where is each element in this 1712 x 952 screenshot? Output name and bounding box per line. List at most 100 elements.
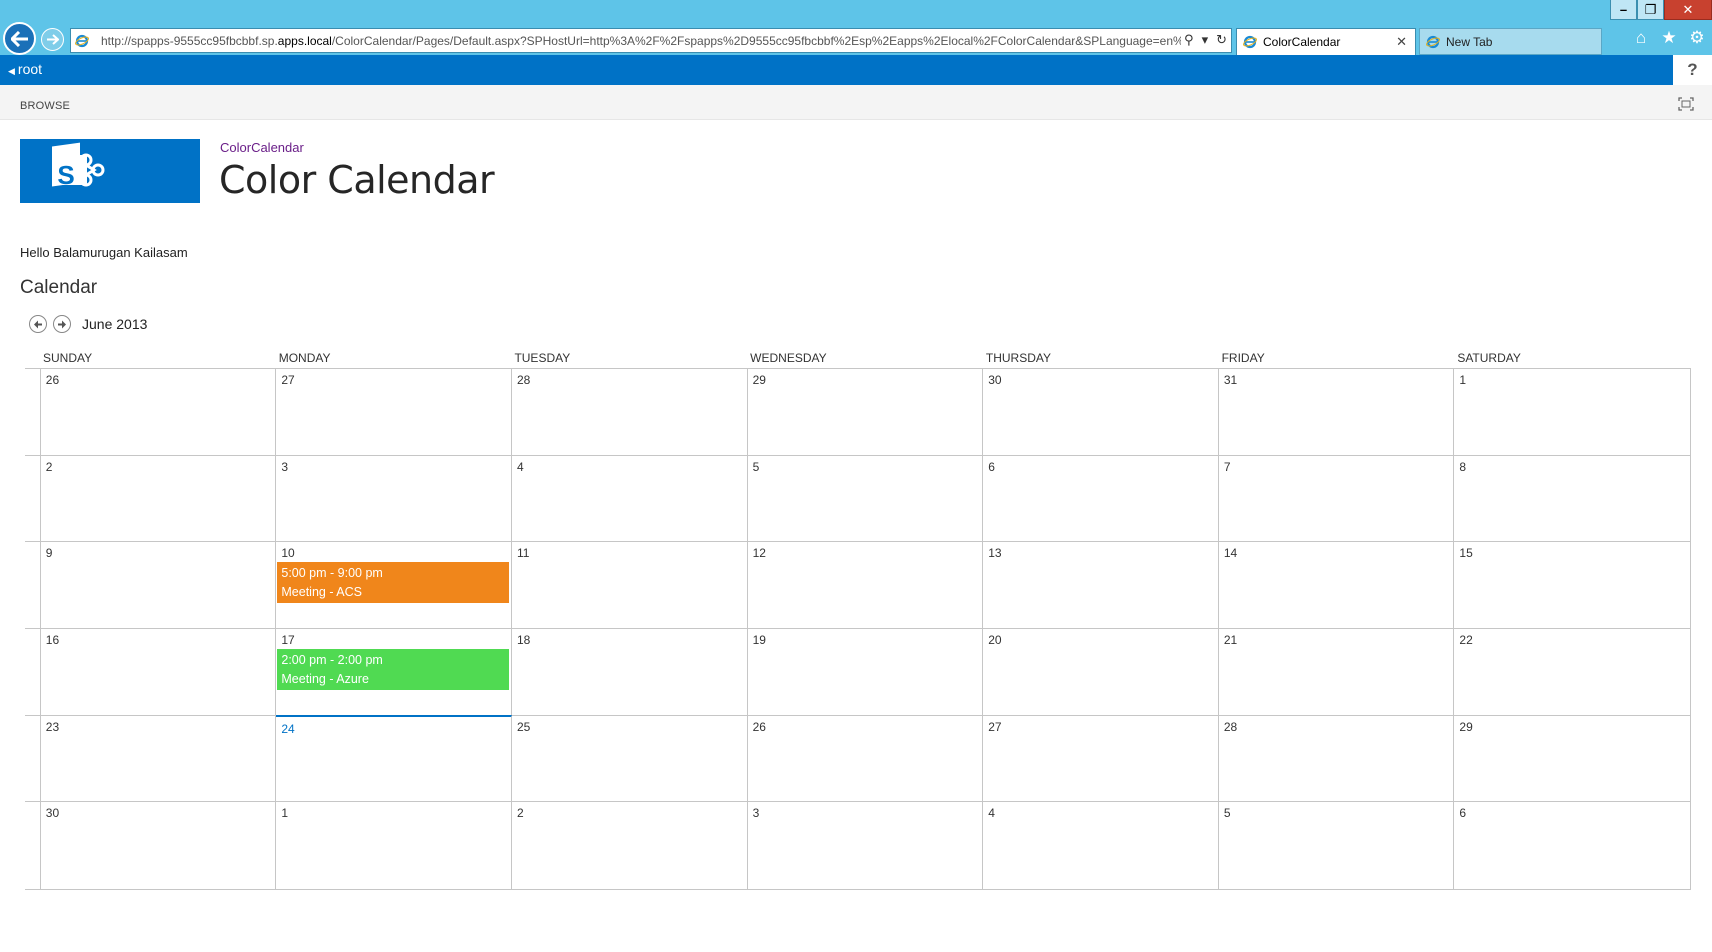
day-number[interactable]: 18 [517,633,530,647]
day-cell[interactable]: 24 [276,714,512,802]
day-number[interactable]: 24 [281,722,294,736]
day-number[interactable]: 29 [753,373,766,387]
day-number[interactable]: 26 [753,720,766,734]
day-cell[interactable]: 10 5:00 pm - 9:00 pm Meeting - ACS [276,542,512,629]
day-cell[interactable]: 3 [748,802,984,890]
day-cell[interactable]: 30 [41,802,277,890]
day-cell[interactable]: 9 [41,542,277,629]
day-cell[interactable]: 29 [1454,716,1690,802]
day-cell[interactable]: 4 [512,455,748,542]
refresh-icon[interactable]: ↻ [1216,32,1227,48]
day-cell[interactable]: 29 [748,369,984,455]
day-cell[interactable]: 26 [41,369,277,455]
day-number[interactable]: 16 [46,633,59,647]
day-number[interactable]: 8 [1459,460,1466,474]
day-cell[interactable]: 17 2:00 pm - 2:00 pm Meeting - Azure [276,629,512,715]
day-number[interactable]: 14 [1224,546,1237,560]
day-cell[interactable]: 23 [41,715,277,802]
home-icon[interactable]: ⌂ [1632,28,1650,48]
day-number[interactable]: 4 [988,806,995,820]
day-number[interactable]: 23 [46,720,59,734]
day-number[interactable]: 28 [1224,720,1237,734]
tab-new-tab[interactable]: New Tab [1419,28,1602,55]
day-number[interactable]: 20 [988,633,1001,647]
day-cell[interactable]: 7 [1219,455,1455,542]
sharepoint-logo[interactable]: S [20,139,200,203]
day-cell[interactable]: 28 [512,369,748,455]
tab-close-icon[interactable]: ✕ [1396,34,1407,50]
day-number[interactable]: 30 [46,806,59,820]
day-cell[interactable]: 6 [983,455,1219,542]
day-number[interactable]: 6 [988,460,995,474]
day-cell[interactable]: 1 [276,802,512,890]
favorites-star-icon[interactable]: ★ [1660,28,1678,48]
dropdown-arrow-icon[interactable]: ▾ [1202,32,1209,48]
day-number[interactable]: 9 [46,546,53,560]
search-icon[interactable]: ⚲ [1184,32,1194,48]
help-icon[interactable]: ? [1673,55,1712,85]
calendar-event[interactable]: 5:00 pm - 9:00 pm Meeting - ACS [277,562,509,604]
day-number[interactable]: 7 [1224,460,1231,474]
root-link[interactable]: ◀ root [8,61,42,77]
day-cell[interactable]: 5 [748,455,984,542]
day-number[interactable]: 2 [517,806,524,820]
focus-on-content-icon[interactable] [1678,97,1694,111]
day-number[interactable]: 13 [988,546,1001,560]
day-number[interactable]: 15 [1459,546,1472,560]
day-cell[interactable]: 22 [1454,629,1690,715]
day-number[interactable]: 5 [753,460,760,474]
day-number[interactable]: 2 [46,460,53,474]
day-number[interactable]: 3 [281,460,288,474]
day-cell[interactable]: 25 [512,715,748,802]
day-cell[interactable]: 12 [748,542,984,629]
day-cell[interactable]: 15 [1454,542,1690,628]
address-url[interactable]: http://spapps-9555cc95fbcbbf.sp.apps.loc… [101,34,1181,48]
forward-button[interactable] [41,28,64,51]
day-number[interactable]: 11 [517,546,529,560]
day-cell[interactable]: 30 [983,369,1219,455]
day-cell[interactable]: 31 [1219,369,1455,455]
close-window-icon[interactable]: ✕ [1664,0,1712,20]
day-number[interactable]: 22 [1459,633,1472,647]
day-number[interactable]: 1 [281,806,288,820]
back-button[interactable] [3,22,36,55]
day-cell[interactable]: 14 [1219,542,1455,629]
day-cell[interactable]: 18 [512,629,748,715]
minimize-icon[interactable]: – [1610,0,1637,20]
tab-colorcalendar[interactable]: ColorCalendar ✕ [1236,28,1416,55]
day-cell[interactable]: 26 [748,715,984,802]
day-number[interactable]: 3 [753,806,760,820]
day-cell[interactable]: 20 [983,629,1219,715]
day-number[interactable]: 1 [1459,373,1466,387]
day-cell[interactable]: 13 [983,542,1219,629]
day-cell[interactable]: 28 [1219,715,1455,802]
day-number[interactable]: 10 [281,546,294,560]
day-cell[interactable]: 16 [41,629,277,715]
day-number[interactable]: 27 [281,373,294,387]
day-cell[interactable]: 21 [1219,629,1455,715]
day-number[interactable]: 17 [281,633,294,647]
restore-icon[interactable]: ❐ [1637,0,1664,20]
day-number[interactable]: 19 [753,633,766,647]
calendar-event[interactable]: 2:00 pm - 2:00 pm Meeting - Azure [277,649,509,691]
day-cell[interactable]: 11 [512,542,748,629]
day-number[interactable]: 29 [1459,720,1472,734]
settings-gear-icon[interactable]: ⚙ [1688,28,1706,48]
day-number[interactable]: 26 [46,373,59,387]
day-cell[interactable]: 2 [41,455,277,542]
day-number[interactable]: 4 [517,460,524,474]
day-number[interactable]: 21 [1224,633,1237,647]
day-cell[interactable]: 5 [1219,802,1455,890]
day-cell[interactable]: 4 [983,802,1219,890]
day-cell[interactable]: 3 [276,455,512,542]
day-cell[interactable]: 27 [983,715,1219,802]
breadcrumb[interactable]: ColorCalendar [220,140,304,155]
day-number[interactable]: 5 [1224,806,1231,820]
day-number[interactable]: 31 [1224,373,1237,387]
next-month-button[interactable] [53,315,71,333]
day-number[interactable]: 27 [988,720,1001,734]
day-cell[interactable]: 2 [512,802,748,890]
day-number[interactable]: 28 [517,373,530,387]
day-cell[interactable]: 27 [276,369,512,455]
tab-browse[interactable]: BROWSE [20,100,70,112]
